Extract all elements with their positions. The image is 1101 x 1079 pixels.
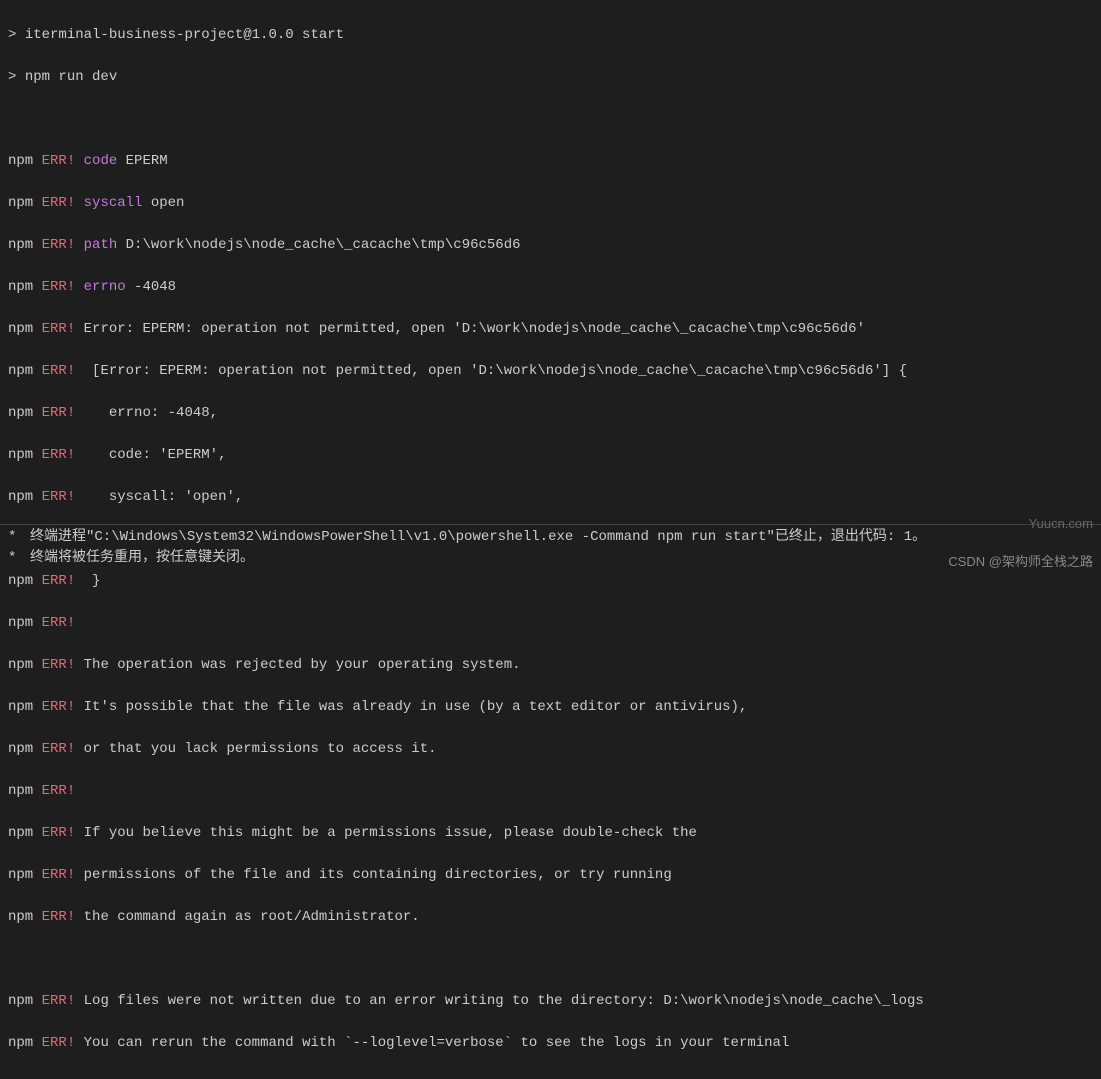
err-label: ERR! [42, 573, 76, 589]
err-label: ERR! [42, 909, 76, 925]
err-body: or that you lack permissions to access i… [84, 741, 437, 757]
npm-label: npm [8, 363, 33, 379]
blank-line [8, 949, 1093, 970]
npm-label: npm [8, 867, 33, 883]
npm-label: npm [8, 447, 33, 463]
err-body-line: npm ERR! It's possible that the file was… [8, 697, 1093, 718]
err-value: open [142, 195, 184, 211]
npm-label: npm [8, 993, 33, 1009]
status-text-2: 终端将被任务重用，按任意键关闭。 [30, 548, 1093, 569]
err-body: It's possible that the file was already … [84, 699, 748, 715]
err-label: ERR! [42, 1035, 76, 1051]
err-line: npm ERR! code EPERM [8, 151, 1093, 172]
err-body-line: npm ERR! syscall: 'open', [8, 487, 1093, 508]
err-body-line: npm ERR! [8, 613, 1093, 634]
err-label: ERR! [42, 615, 76, 631]
err-footer: Log files were not written due to an err… [84, 993, 924, 1009]
status-text-1: 终端进程"C:\Windows\System32\WindowsPowerShe… [30, 527, 1093, 548]
err-key: syscall [84, 195, 143, 211]
err-label: ERR! [42, 699, 76, 715]
err-body: permissions of the file and its containi… [84, 867, 672, 883]
npm-label: npm [8, 1035, 33, 1051]
err-key: path [84, 237, 118, 253]
err-body-line: npm ERR! or that you lack permissions to… [8, 739, 1093, 760]
err-footer-line: npm ERR! You can rerun the command with … [8, 1033, 1093, 1054]
npm-label: npm [8, 573, 33, 589]
err-body: Error: EPERM: operation not permitted, o… [84, 321, 865, 337]
err-line: npm ERR! syscall open [8, 193, 1093, 214]
cmd-line-1: > iterminal-business-project@1.0.0 start [8, 25, 1093, 46]
err-key: code [84, 153, 118, 169]
err-body: errno: -4048, [84, 405, 218, 421]
err-body: If you believe this might be a permissio… [84, 825, 697, 841]
err-label: ERR! [42, 405, 76, 421]
err-label: ERR! [42, 363, 76, 379]
npm-label: npm [8, 489, 33, 505]
err-label: ERR! [42, 279, 76, 295]
err-label: ERR! [42, 489, 76, 505]
status-icon: * [8, 548, 20, 569]
cmd-text: npm run dev [25, 69, 117, 85]
err-footer-line: npm ERR! Log files were not written due … [8, 991, 1093, 1012]
npm-label: npm [8, 699, 33, 715]
cmd-line-2: > npm run dev [8, 67, 1093, 88]
err-body: the command again as root/Administrator. [84, 909, 420, 925]
err-label: ERR! [42, 195, 76, 211]
cmd-text: iterminal-business-project@1.0.0 start [25, 27, 344, 43]
status-row-2: * 终端将被任务重用，按任意键关闭。 [8, 548, 1093, 569]
err-label: ERR! [42, 783, 76, 799]
prompt-symbol: > [8, 27, 25, 43]
npm-label: npm [8, 321, 33, 337]
terminal-status-bar: * 终端进程"C:\Windows\System32\WindowsPowerS… [0, 524, 1101, 571]
npm-label: npm [8, 279, 33, 295]
err-body-line: npm ERR! } [8, 571, 1093, 592]
err-label: ERR! [42, 237, 76, 253]
npm-label: npm [8, 909, 33, 925]
err-label: ERR! [42, 447, 76, 463]
err-body: [Error: EPERM: operation not permitted, … [84, 363, 907, 379]
watermark-author: CSDN @架构师全栈之路 [948, 552, 1093, 572]
err-body-line: npm ERR! errno: -4048, [8, 403, 1093, 424]
err-body: syscall: 'open', [84, 489, 244, 505]
status-icon: * [8, 527, 20, 548]
status-row-1: * 终端进程"C:\Windows\System32\WindowsPowerS… [8, 527, 1093, 548]
blank-line [8, 109, 1093, 130]
npm-label: npm [8, 237, 33, 253]
err-body: The operation was rejected by your opera… [84, 657, 521, 673]
err-value: -4048 [126, 279, 176, 295]
err-value: D:\work\nodejs\node_cache\_cacache\tmp\c… [117, 237, 520, 253]
err-body-line: npm ERR! [8, 781, 1093, 802]
err-key: errno [84, 279, 126, 295]
npm-label: npm [8, 783, 33, 799]
err-label: ERR! [42, 993, 76, 1009]
err-body-line: npm ERR! the command again as root/Admin… [8, 907, 1093, 928]
err-value: EPERM [117, 153, 167, 169]
err-label: ERR! [42, 867, 76, 883]
npm-label: npm [8, 741, 33, 757]
npm-label: npm [8, 657, 33, 673]
err-label: ERR! [42, 825, 76, 841]
err-label: ERR! [42, 657, 76, 673]
err-label: ERR! [42, 741, 76, 757]
err-body-line: npm ERR! [Error: EPERM: operation not pe… [8, 361, 1093, 382]
err-body: code: 'EPERM', [84, 447, 227, 463]
watermark-site: Yuucn.com [1029, 514, 1093, 534]
npm-label: npm [8, 405, 33, 421]
npm-label: npm [8, 825, 33, 841]
npm-label: npm [8, 615, 33, 631]
npm-label: npm [8, 153, 33, 169]
err-body-line: npm ERR! If you believe this might be a … [8, 823, 1093, 844]
err-line: npm ERR! path D:\work\nodejs\node_cache\… [8, 235, 1093, 256]
err-footer: You can rerun the command with `--loglev… [84, 1035, 790, 1051]
npm-label: npm [8, 195, 33, 211]
err-label: ERR! [42, 321, 76, 337]
prompt-symbol: > [8, 69, 25, 85]
err-body-line: npm ERR! Error: EPERM: operation not per… [8, 319, 1093, 340]
err-body: } [84, 573, 101, 589]
err-body-line: npm ERR! permissions of the file and its… [8, 865, 1093, 886]
err-label: ERR! [42, 153, 76, 169]
err-line: npm ERR! errno -4048 [8, 277, 1093, 298]
err-body-line: npm ERR! The operation was rejected by y… [8, 655, 1093, 676]
err-body-line: npm ERR! code: 'EPERM', [8, 445, 1093, 466]
